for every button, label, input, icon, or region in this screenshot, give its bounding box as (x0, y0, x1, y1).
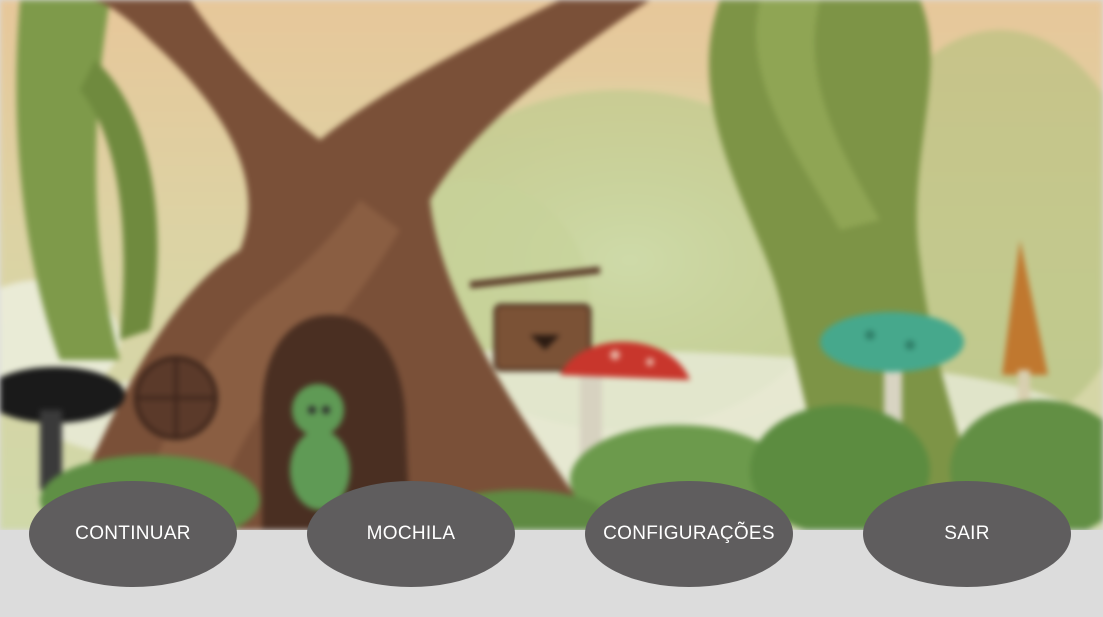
exit-button[interactable]: SAIR (863, 481, 1071, 587)
backpack-button[interactable]: MOCHILA (307, 481, 515, 587)
settings-button[interactable]: CONFIGURAÇÕES (585, 481, 793, 587)
continue-button[interactable]: CONTINUAR (29, 481, 237, 587)
forest-background-illustration (0, 0, 1103, 530)
main-menu-screen: CONTINUAR MOCHILA CONFIGURAÇÕES SAIR (0, 0, 1103, 617)
